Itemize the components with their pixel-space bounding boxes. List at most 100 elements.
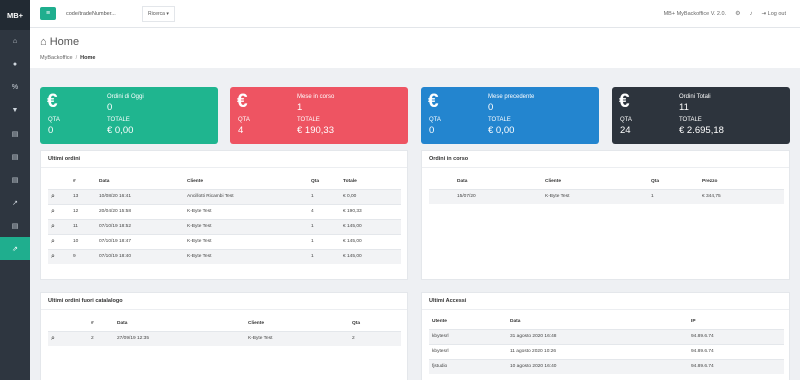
- home-icon: ⌂: [12, 38, 18, 45]
- cell: € 0,00: [340, 188, 401, 204]
- sidebar-item-list-3[interactable]: ▤: [0, 168, 30, 191]
- cell: 20/04/20 15:58: [96, 203, 184, 219]
- breadcrumb-current: Home: [80, 55, 96, 61]
- magnifier-icon[interactable]: ⌕: [48, 188, 70, 204]
- stat-count: 0: [107, 102, 113, 113]
- sidebar-item-external[interactable]: ⇗: [0, 237, 30, 260]
- table-row: 15/07/20 K-Byte Test 1 € 344,75: [429, 188, 784, 204]
- euro-icon: €: [47, 91, 58, 112]
- logout-icon: ⇥: [761, 10, 767, 17]
- stat-count: 11: [679, 102, 689, 113]
- cell: K-Byte Test: [184, 248, 308, 264]
- stat-card-month: € Mese in corso 1 QTA 4 TOTALE € 190,33: [230, 87, 408, 144]
- logout-label: Log out: [767, 10, 786, 17]
- stat-totale-label: TOTALE: [488, 117, 511, 123]
- column-header: Data: [510, 318, 521, 324]
- magnifier-icon[interactable]: ⌕: [48, 248, 70, 264]
- table-row: kbytesrl 31 agosto 2020 16:48 94.89.6.74: [429, 328, 784, 344]
- stat-totale: € 2.695,18: [679, 125, 724, 136]
- breadcrumb-separator: /: [75, 55, 78, 61]
- column-header: Cliente: [248, 320, 264, 326]
- sidebar-item-discounts[interactable]: %: [0, 76, 30, 99]
- cell: 94.89.6.74: [688, 343, 784, 359]
- logout-button[interactable]: ⇥ Log out: [762, 11, 787, 17]
- sidebar-item-stats[interactable]: ↗: [0, 191, 30, 214]
- column-header: Qta: [352, 320, 360, 326]
- percent-icon: %: [11, 84, 19, 91]
- column-header: Qta: [651, 178, 659, 184]
- page-title-text: Home: [49, 36, 80, 48]
- bell-icon[interactable]: ♪: [750, 11, 753, 17]
- chart-icon: ↗: [12, 199, 18, 207]
- stat-title: Mese precedente: [488, 94, 535, 100]
- sidebar-item-list-4[interactable]: ▤: [0, 214, 30, 237]
- stat-card-prev-month: € Mese precedente 0 QTA 0 TOTALE € 0,00: [421, 87, 599, 144]
- cart-icon: ▼: [11, 107, 19, 114]
- table-icon: ▤: [11, 176, 19, 184]
- breadcrumb: MyBackoffice / Home: [40, 55, 95, 61]
- table-icon: ▤: [11, 130, 19, 138]
- app-version: MB+ MyBackoffice V. 2.0.: [663, 10, 727, 17]
- stat-totale-label: TOTALE: [679, 117, 702, 123]
- sidebar-item-home[interactable]: ⌂: [0, 30, 30, 53]
- cell: Ancillotti Ricambi Test: [184, 188, 308, 204]
- sidebar-item-cart[interactable]: ▼: [0, 99, 30, 122]
- cell: 07/10/19 18:47: [96, 233, 184, 249]
- column-header: Data: [457, 178, 468, 184]
- table-row: ⌕ 2 27/09/19 12:35 K-Byte Test 2: [48, 330, 401, 346]
- column-header: Totale: [343, 178, 357, 184]
- settings-icon[interactable]: ⚙: [735, 10, 740, 17]
- stat-title: Ordini di Oggi: [107, 94, 144, 100]
- external-link-icon: ⇗: [12, 245, 18, 253]
- stat-qta: 24: [620, 125, 631, 136]
- cell: 1: [648, 188, 699, 204]
- magnifier-icon[interactable]: ⌕: [48, 218, 70, 234]
- cell: 2: [349, 330, 401, 346]
- cell: K-Byte Test: [184, 233, 308, 249]
- stat-count: 0: [488, 102, 494, 113]
- hamburger-icon: ≡: [45, 10, 51, 17]
- column-header: #: [91, 320, 94, 326]
- table-row: ⌕ 12 20/04/20 15:58 K-Byte Test 4 € 190,33: [48, 203, 401, 219]
- stat-qta-label: QTA: [48, 117, 60, 123]
- cell: 27/09/19 12:35: [114, 330, 245, 346]
- table-row: ⌕ 9 07/10/19 18:40 K-Byte Test 1 € 145,00: [48, 248, 401, 264]
- stat-qta: 0: [48, 125, 54, 136]
- search-button[interactable]: Ricerca ▾: [142, 5, 175, 22]
- cell: 11 agosto 2020 10:26: [507, 343, 688, 359]
- stat-title: Mese in corso: [297, 94, 335, 100]
- sidebar-item-list-2[interactable]: ▤: [0, 145, 30, 168]
- panel-title: Ultimi Accessi: [422, 293, 789, 310]
- search-input[interactable]: [66, 6, 138, 21]
- column-header: Data: [99, 178, 110, 184]
- cell: K-Byte Test: [542, 188, 648, 204]
- table-row: kbytesrl 11 agosto 2020 10:26 94.89.6.74: [429, 343, 784, 359]
- sidebar-item-users[interactable]: ●: [0, 53, 30, 76]
- panel-title: Ordini in corso: [422, 151, 789, 168]
- column-header: Prezzo: [702, 178, 718, 184]
- cell: 94.89.6.74: [688, 358, 784, 374]
- menu-toggle-button[interactable]: ≡: [40, 7, 56, 20]
- cell: 12: [70, 203, 96, 219]
- panel-fuori-catalogo: Ultimi ordini fuori catalalogo # Data Cl…: [40, 292, 408, 380]
- magnifier-icon[interactable]: ⌕: [48, 233, 70, 249]
- page-header: ⌂ Home MyBackoffice / Home: [30, 28, 800, 68]
- euro-icon: €: [619, 91, 630, 112]
- magnifier-icon[interactable]: ⌕: [48, 330, 88, 346]
- sidebar-item-list-1[interactable]: ▤: [0, 122, 30, 145]
- stat-qta: 0: [429, 125, 435, 136]
- cell: 11: [70, 218, 96, 234]
- cell: K-Byte Test: [184, 218, 308, 234]
- cell: 07/10/19 18:40: [96, 248, 184, 264]
- cell: 2: [88, 330, 114, 346]
- cell: 10 agosto 2020 16:40: [507, 358, 688, 374]
- cell: 07/10/19 18:52: [96, 218, 184, 234]
- magnifier-icon[interactable]: ⌕: [48, 203, 70, 219]
- top-bar: ≡ Ricerca ▾ MB+ MyBackoffice V. 2.0. ⚙ ♪…: [30, 0, 800, 28]
- home-icon: ⌂: [40, 36, 47, 48]
- cell: € 190,33: [340, 203, 401, 219]
- panel-title: Ultimi ordini fuori catalalogo: [41, 293, 407, 310]
- stat-totale-label: TOTALE: [297, 117, 320, 123]
- cell: € 145,00: [340, 233, 401, 249]
- breadcrumb-root[interactable]: MyBackoffice: [40, 55, 73, 61]
